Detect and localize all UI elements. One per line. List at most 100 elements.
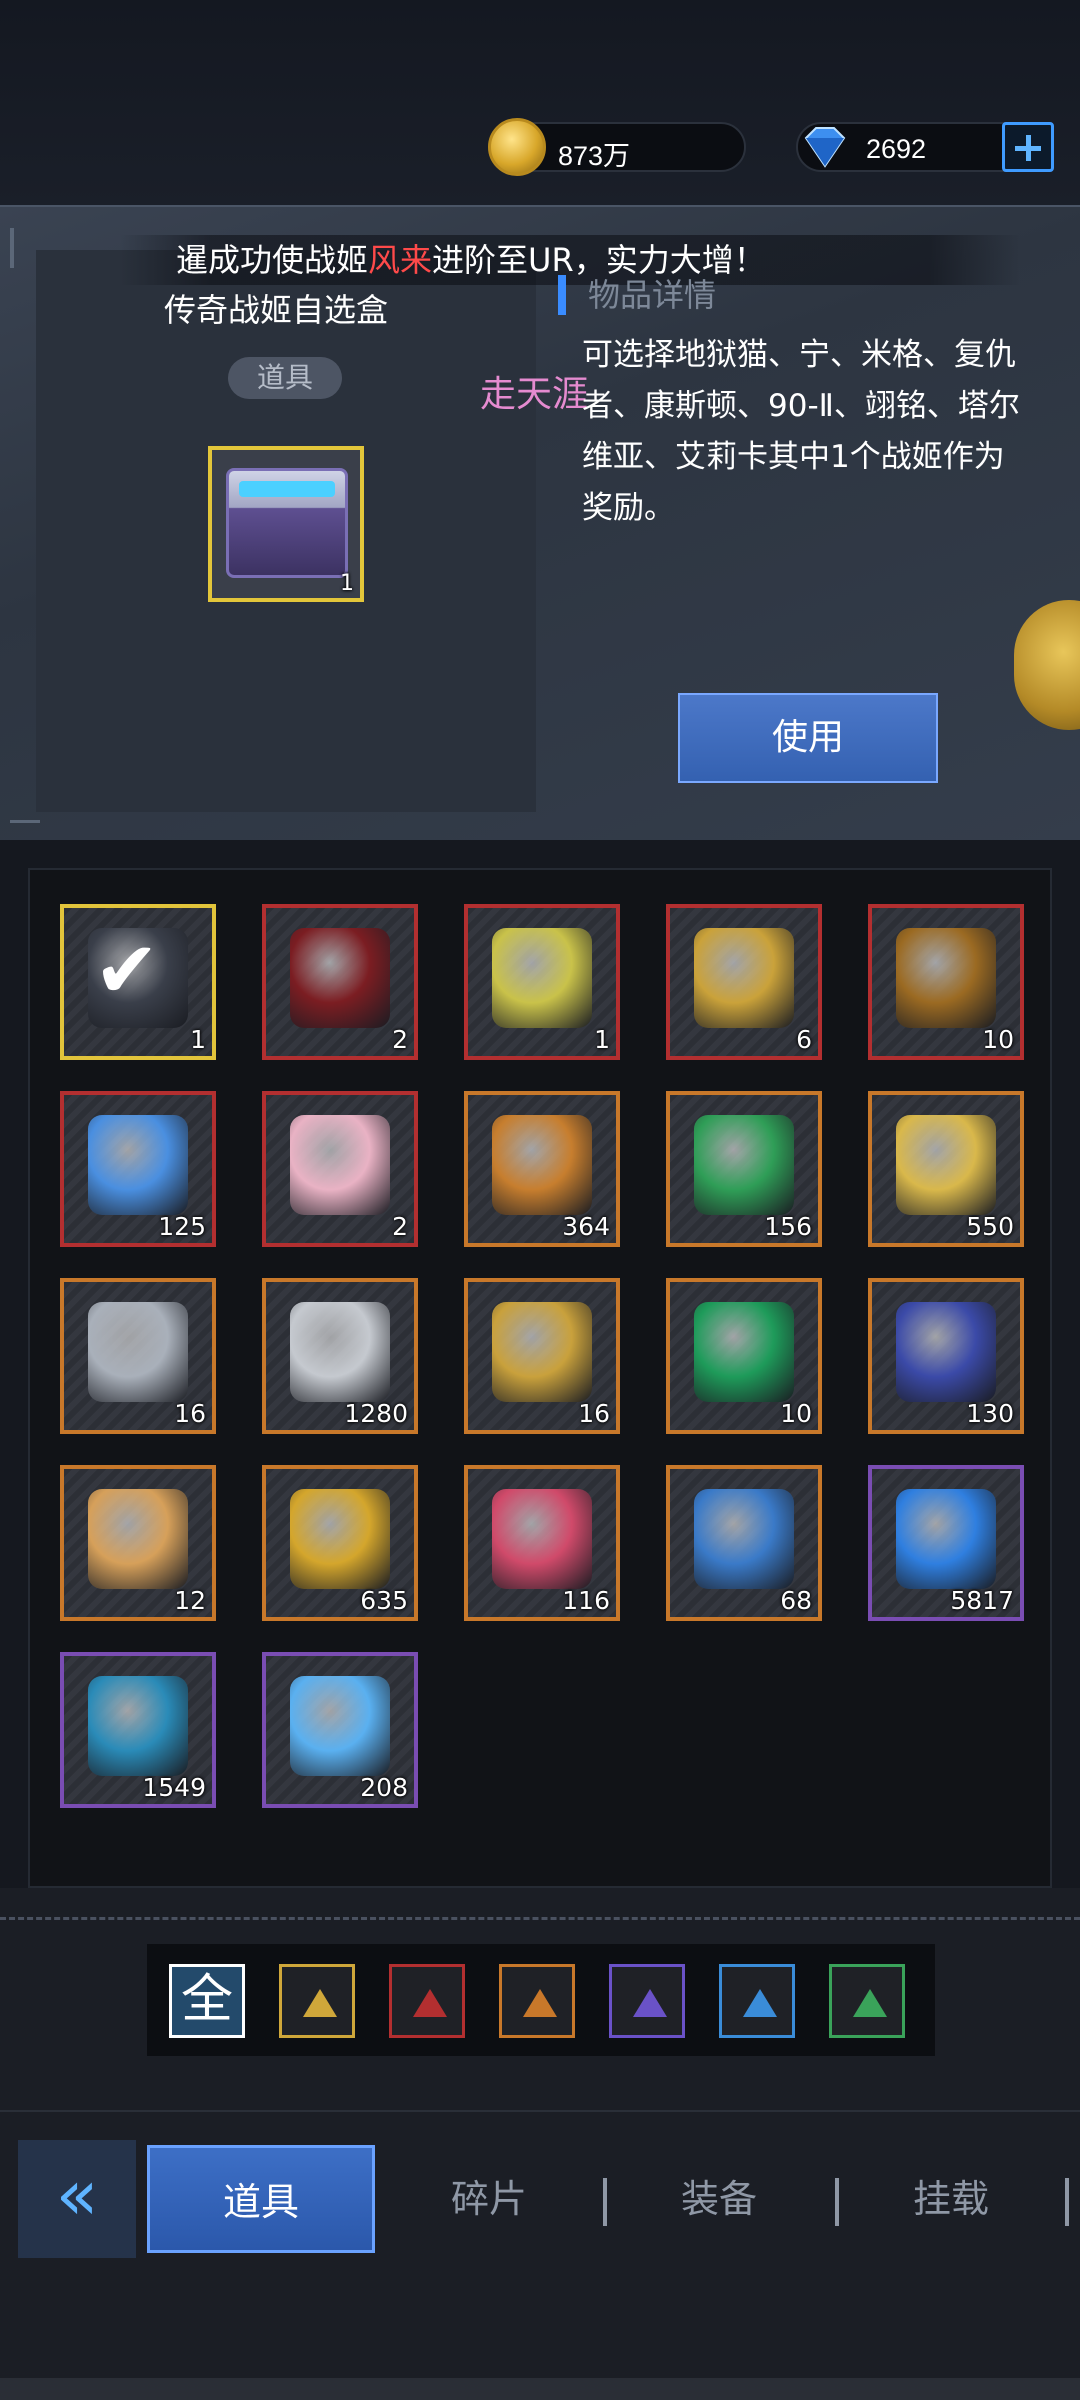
divider — [0, 1917, 1080, 1920]
filter-all[interactable]: 全 — [169, 1964, 245, 2038]
tab-items[interactable]: 道具 — [147, 2145, 375, 2253]
back-button[interactable]: « — [18, 2140, 136, 2258]
marquee-highlight: 风来 — [368, 241, 433, 279]
marquee-text-end: 进阶至UR，实力大增！ — [432, 241, 766, 279]
gem-amount: 2692 — [866, 134, 927, 164]
item-quantity: 1549 — [142, 1773, 206, 1802]
item-description: 可选择地狱猫、宁、米格、复仇者、康斯顿、90-Ⅱ、翊铭、塔尔维亚、艾莉卡其中1个… — [582, 337, 1020, 526]
inventory-slot[interactable]: 2 — [262, 1091, 418, 1247]
diamond-icon — [804, 127, 846, 168]
item-quantity: 10 — [982, 1025, 1014, 1054]
inventory-slot[interactable]: 16 — [464, 1278, 620, 1434]
gold-amount: 873万 — [558, 141, 631, 171]
tab-separator — [1065, 2178, 1069, 2226]
star-badge-icon — [896, 1115, 996, 1215]
item-quantity: 550 — [966, 1212, 1014, 1241]
gold-medal-icon — [694, 928, 794, 1028]
filter-red-filter[interactable] — [389, 1964, 465, 2038]
inventory-slot[interactable]: 12 — [60, 1465, 216, 1621]
inventory-slot[interactable]: 5817 — [868, 1465, 1024, 1621]
bottom-strip — [0, 2378, 1080, 2400]
filter-purple-filter[interactable] — [609, 1964, 685, 2038]
blue-gold-coin-icon — [492, 1302, 592, 1402]
gem-currency: 2692 — [796, 122, 1054, 172]
red-filter-icon — [413, 1989, 447, 2017]
berry-fruit-icon — [492, 1489, 592, 1589]
inventory-slot[interactable]: 10 — [868, 904, 1024, 1060]
item-quantity: 1280 — [344, 1399, 408, 1428]
green-crystal-icon — [694, 1302, 794, 1402]
item-quantity: 130 — [966, 1399, 1014, 1428]
item-quantity: 68 — [780, 1586, 812, 1615]
item-type-badge: 道具 — [228, 357, 342, 399]
item-quantity: 2 — [392, 1025, 408, 1054]
filter-blue-filter[interactable] — [719, 1964, 795, 2038]
inventory-slot[interactable]: 635 — [262, 1465, 418, 1621]
blue-filter-icon — [743, 1989, 777, 2017]
inventory-slot[interactable]: 6 — [666, 904, 822, 1060]
inventory-slot[interactable]: 208 — [262, 1652, 418, 1808]
inventory-slot[interactable]: 125 — [60, 1091, 216, 1247]
blue-core-icon — [694, 1489, 794, 1589]
fried-food-icon — [88, 1489, 188, 1589]
tab-fragments[interactable]: 碎片 — [375, 2145, 603, 2253]
item-quantity: 12 — [174, 1586, 206, 1615]
gift-coin-icon — [896, 1302, 996, 1402]
item-quantity: 10 — [780, 1399, 812, 1428]
chest-box-icon — [226, 468, 348, 578]
silver-medal-icon — [88, 1302, 188, 1402]
tab-mounts[interactable]: 挂载 — [837, 2145, 1065, 2253]
selected-item-quantity: 1 — [340, 571, 354, 596]
item-quantity: 6 — [796, 1025, 812, 1054]
orange-filter-icon — [523, 1989, 557, 2017]
inventory-slot[interactable]: 68 — [666, 1465, 822, 1621]
item-name: 传奇战姬自选盒 — [164, 291, 389, 329]
inventory-slot[interactable]: 130 — [868, 1278, 1024, 1434]
inventory-slot[interactable]: 1549 — [60, 1652, 216, 1808]
green-pet-device-icon — [694, 1115, 794, 1215]
item-quantity: 208 — [360, 1773, 408, 1802]
red-card-icon — [290, 928, 390, 1028]
item-quantity: 2 — [392, 1212, 408, 1241]
item-quantity: 364 — [562, 1212, 610, 1241]
fashion-voucher-icon — [896, 928, 996, 1028]
circuit-board-icon — [88, 1676, 188, 1776]
marquee-text: 暹成功使战姬 — [176, 241, 369, 279]
inventory-slot[interactable]: 16 — [60, 1278, 216, 1434]
inventory-slot[interactable]: 2 — [262, 904, 418, 1060]
gold-coin-icon — [488, 118, 546, 176]
top-bar — [0, 0, 1080, 205]
gift-box-icon — [290, 1115, 390, 1215]
blue-capsule-icon — [88, 1115, 188, 1215]
yellow-filter-icon — [303, 1989, 337, 2017]
inventory-slot[interactable]: 10 — [666, 1278, 822, 1434]
gold-star-icon — [290, 1489, 390, 1589]
selected-item-slot: 1 — [208, 446, 364, 602]
inventory-slot[interactable]: 1280 — [262, 1278, 418, 1434]
inventory-slot[interactable]: 156 — [666, 1091, 822, 1247]
frame-corner — [10, 228, 14, 268]
inventory-slot[interactable]: ✔ 1 — [60, 904, 216, 1060]
green-filter-icon — [853, 1989, 887, 2017]
add-gems-button[interactable] — [1002, 122, 1054, 172]
item-quantity: 16 — [578, 1399, 610, 1428]
item-quantity: 1 — [190, 1025, 206, 1054]
inventory-slot[interactable]: 364 — [464, 1091, 620, 1247]
inventory-slot[interactable]: 1 — [464, 904, 620, 1060]
purple-filter-icon — [633, 1989, 667, 2017]
inventory-slot[interactable]: 550 — [868, 1091, 1024, 1247]
item-quantity: 1 — [594, 1025, 610, 1054]
item-quantity: 156 — [764, 1212, 812, 1241]
item-quantity: 125 — [158, 1212, 206, 1241]
watermark: 走天涯 — [480, 374, 589, 415]
item-quantity: 5817 — [950, 1586, 1014, 1615]
license-ticket-icon — [492, 928, 592, 1028]
filter-orange-filter[interactable] — [499, 1964, 575, 2038]
energy-canister-icon — [896, 1489, 996, 1589]
use-button[interactable]: 使用 — [678, 693, 938, 783]
filter-yellow-filter[interactable] — [279, 1964, 355, 2038]
burger-icon — [492, 1115, 592, 1215]
filter-green-filter[interactable] — [829, 1964, 905, 2038]
inventory-slot[interactable]: 116 — [464, 1465, 620, 1621]
tab-equipment[interactable]: 装备 — [605, 2145, 833, 2253]
